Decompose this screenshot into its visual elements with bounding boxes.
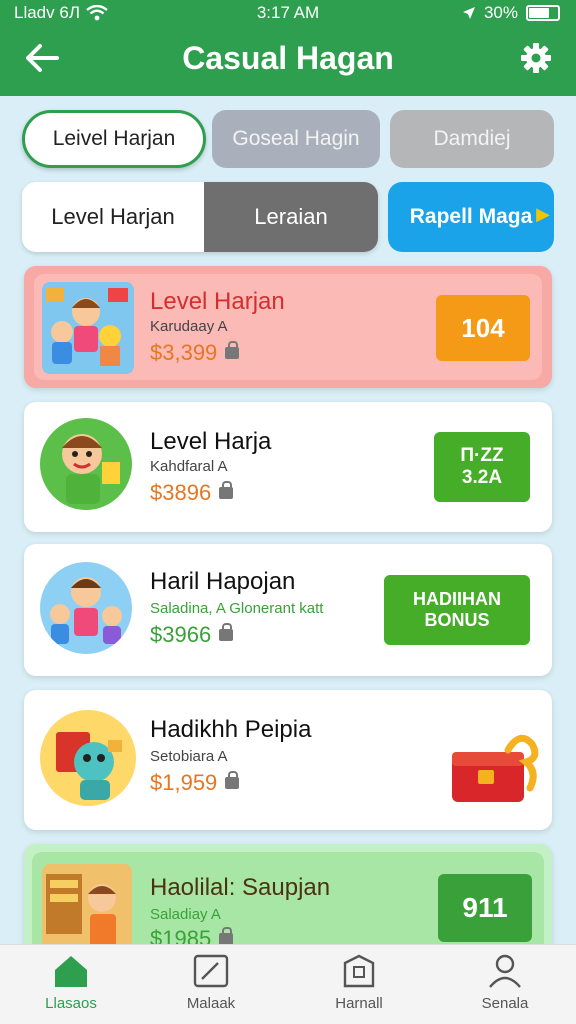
battery-icon [526, 5, 560, 21]
location-icon [462, 7, 475, 19]
game-card-4[interactable]: Hadikhh Peipia Setobiara A $1,959 [24, 690, 552, 830]
bottom-nav: Llasaos Malaak Harnall Senala [0, 944, 576, 1024]
card-subtitle: Saladina, A Glonerant katt [150, 600, 324, 617]
badge-line-1: П·ZZ [460, 445, 504, 466]
game-card-2[interactable]: Level Harja Kahdfaral A $3896 П·ZZ 3.2A [24, 402, 552, 532]
nav-label: Llasaos [45, 995, 97, 1012]
card-title: Level Harjan [150, 288, 285, 315]
level-badge[interactable]: 911 [438, 874, 532, 942]
card-title: Haolilal: Saupjan [150, 874, 331, 901]
lock-icon [225, 771, 240, 789]
card-title: Hadikhh Peipia [150, 716, 312, 743]
badge-line-1: HADIIHAN [413, 589, 501, 609]
nav-item-profile[interactable]: Senala [450, 953, 560, 1019]
code-badge[interactable]: П·ZZ 3.2A [434, 432, 530, 502]
lock-icon [219, 481, 234, 499]
nav-item-shop[interactable]: Harnall [304, 953, 414, 1019]
card-price: $3,399 [150, 340, 240, 366]
nav-item-home[interactable]: Llasaos [16, 953, 126, 1019]
tab-rapell-maga-label: Rapell Maga [409, 205, 533, 228]
card-subtitle: Kahdfaral A [150, 458, 228, 475]
kids-avatar [42, 282, 134, 374]
price-text: $3,399 [150, 340, 218, 365]
card-price: $1,959 [150, 770, 240, 796]
price-text: $3966 [150, 622, 212, 647]
tab-goseal-hagin[interactable]: Goseal Hagin [212, 110, 380, 168]
battery-percent: 30% [483, 3, 518, 22]
price-text: $1,959 [150, 770, 218, 795]
lock-icon [225, 341, 240, 359]
status-bar: Lladv 6Л 3:17 AM 30% [0, 0, 576, 28]
shop-icon [343, 954, 375, 988]
nav-label: Senala [481, 995, 529, 1012]
boy-avatar [40, 418, 132, 510]
app-header: Lladv 6Л 3:17 AM 30% Casual Hagan [0, 0, 576, 96]
lock-icon [219, 623, 234, 641]
card-subtitle: Saladiay A [150, 906, 221, 923]
family-avatar [40, 562, 132, 654]
nav-label: Harnall [335, 995, 383, 1012]
card-subtitle: Setobiara A [150, 748, 228, 765]
game-card-3[interactable]: Haril Hapojan Saladina, A Glonerant katt… [24, 544, 552, 676]
tab-leivel-harjan[interactable]: Leivel Harjan [22, 110, 206, 168]
home-icon [55, 956, 87, 987]
profile-icon [489, 954, 521, 988]
card-title: Level Harja [150, 428, 272, 455]
level-badge[interactable]: 104 [436, 295, 530, 361]
badge-line-2: BONUS [424, 610, 490, 630]
badge-line-2: 3.2A [461, 467, 503, 488]
gear-icon [521, 43, 551, 73]
segmented-control: Level Harjan Leraian [22, 182, 378, 252]
page-title: Casual Hagan [182, 40, 394, 76]
card-price: $3966 [150, 622, 234, 648]
tab-damdiej[interactable]: Damdiej [390, 110, 554, 168]
segment-level-harjan[interactable]: Level Harjan [22, 182, 204, 252]
settings-button[interactable] [516, 38, 556, 78]
nav-label: Malaak [186, 995, 236, 1012]
game-card-1[interactable]: Level Harjan Karudaay A $3,399 104 [24, 266, 552, 388]
card-subtitle: Karudaay A [150, 318, 228, 335]
game-card-5[interactable]: Haolilal: Saupjan Saladiay A $1985 911 [24, 844, 552, 956]
segment-leraian[interactable]: Leraian [204, 182, 378, 252]
nav-item-edit[interactable]: Malaak [156, 953, 266, 1019]
status-right: 30% [462, 3, 560, 23]
gift-box-icon[interactable] [448, 732, 544, 812]
shop-avatar [42, 864, 132, 954]
chevron-right-icon: ▶ [536, 204, 550, 224]
price-text: $3896 [150, 480, 212, 505]
edit-icon [193, 954, 229, 988]
robot-avatar [40, 710, 136, 806]
card-title: Haril Hapojan [150, 568, 296, 595]
bonus-badge[interactable]: HADIIHAN BONUS [384, 575, 530, 645]
card-price: $3896 [150, 480, 234, 506]
tab-rapell-maga[interactable]: Rapell Maga ▶ [388, 182, 554, 252]
